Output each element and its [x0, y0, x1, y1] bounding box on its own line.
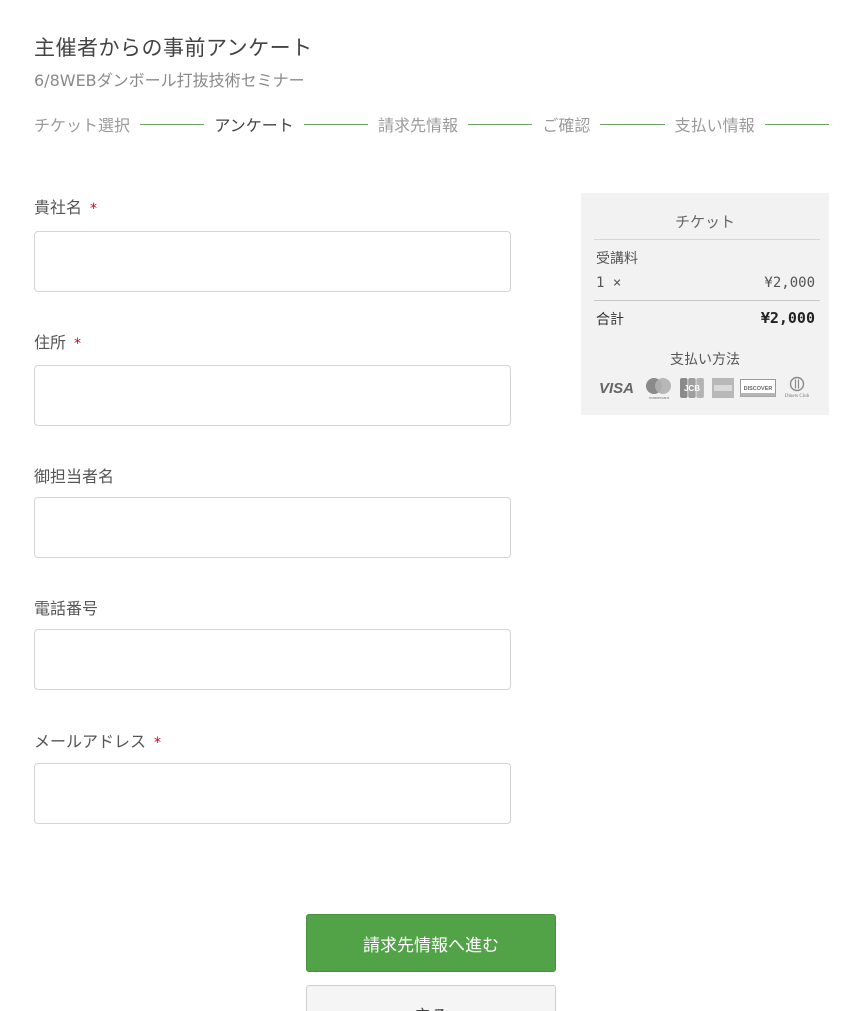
- phone-input[interactable]: [34, 629, 511, 690]
- divider: [594, 239, 820, 240]
- company-name-input[interactable]: [34, 231, 511, 292]
- required-mark: *: [74, 336, 82, 352]
- diners-club-icon: Diners Club: [781, 376, 813, 400]
- email-label: メールアドレス *: [34, 728, 161, 752]
- email-input[interactable]: [34, 763, 511, 824]
- step-connector: [140, 123, 205, 125]
- step-survey: アンケート: [214, 116, 294, 135]
- event-subtitle: 6/8WEBダンボール打抜技術セミナー: [34, 71, 305, 90]
- ticket-price: ¥2,000: [764, 275, 815, 291]
- survey-page: 主催者からの事前アンケート 6/8WEBダンボール打抜技術セミナー チケット選択…: [0, 0, 867, 1011]
- discover-logo-text: DISCOVER: [743, 386, 772, 392]
- back-button[interactable]: 戻る: [306, 985, 556, 1011]
- summary-heading: チケット: [674, 213, 735, 231]
- address-label: 住所 *: [34, 329, 81, 353]
- jcb-icon: JCB: [679, 377, 705, 399]
- visa-logo-text: VISA: [599, 380, 634, 397]
- ticket-quantity: 1 ×: [596, 275, 622, 291]
- company-name-label: 貴社名 *: [34, 194, 97, 218]
- phone-label-text: 電話番号: [34, 599, 99, 618]
- mastercard-icon: mastercard: [644, 376, 674, 400]
- total-amount: ¥2,000: [760, 309, 815, 327]
- step-payment-info: 支払い情報: [674, 116, 755, 135]
- phone-label: 電話番号: [34, 595, 98, 619]
- total-label: 合計: [596, 312, 624, 328]
- step-connector: [764, 123, 829, 125]
- order-summary: チケット 受講料 1 × ¥2,000 合計 ¥2,000 支払い方法 VISA…: [581, 193, 829, 415]
- jcb-logo-text: JCB: [684, 384, 700, 393]
- visa-icon: VISA: [599, 379, 639, 397]
- step-connector: [600, 123, 665, 125]
- required-mark: *: [90, 201, 98, 217]
- step-connector: [468, 123, 533, 125]
- contact-person-label-text: 御担当者名: [34, 467, 115, 486]
- contact-person-input[interactable]: [34, 497, 511, 558]
- amex-icon: [711, 377, 735, 399]
- diners-logo-text: Diners Club: [785, 394, 810, 399]
- address-input[interactable]: [34, 365, 511, 426]
- required-mark: *: [154, 735, 162, 751]
- step-billing-info: 請求先情報: [378, 116, 459, 135]
- divider: [594, 300, 820, 301]
- address-label-text: 住所: [34, 333, 67, 352]
- step-confirmation: ご確認: [542, 116, 591, 135]
- company-name-label-text: 貴社名: [34, 198, 83, 217]
- ticket-item-name: 受講料: [596, 251, 638, 267]
- step-connector: [303, 123, 369, 125]
- page-title: 主催者からの事前アンケート: [34, 36, 313, 60]
- progress-steps: チケット選択 アンケート 請求先情報 ご確認 支払い情報: [34, 113, 829, 135]
- email-label-text: メールアドレス: [34, 732, 147, 751]
- contact-person-label: 御担当者名: [34, 463, 114, 487]
- discover-icon: DISCOVER: [739, 377, 776, 399]
- step-ticket-selection: チケット選択: [34, 116, 131, 135]
- payment-methods: VISA mastercard JCB DISCOVER Diners Club: [599, 376, 813, 400]
- payment-methods-label: 支払い方法: [670, 352, 740, 368]
- proceed-to-billing-button[interactable]: 請求先情報へ進む: [306, 914, 556, 972]
- mastercard-logo-text: mastercard: [649, 395, 669, 400]
